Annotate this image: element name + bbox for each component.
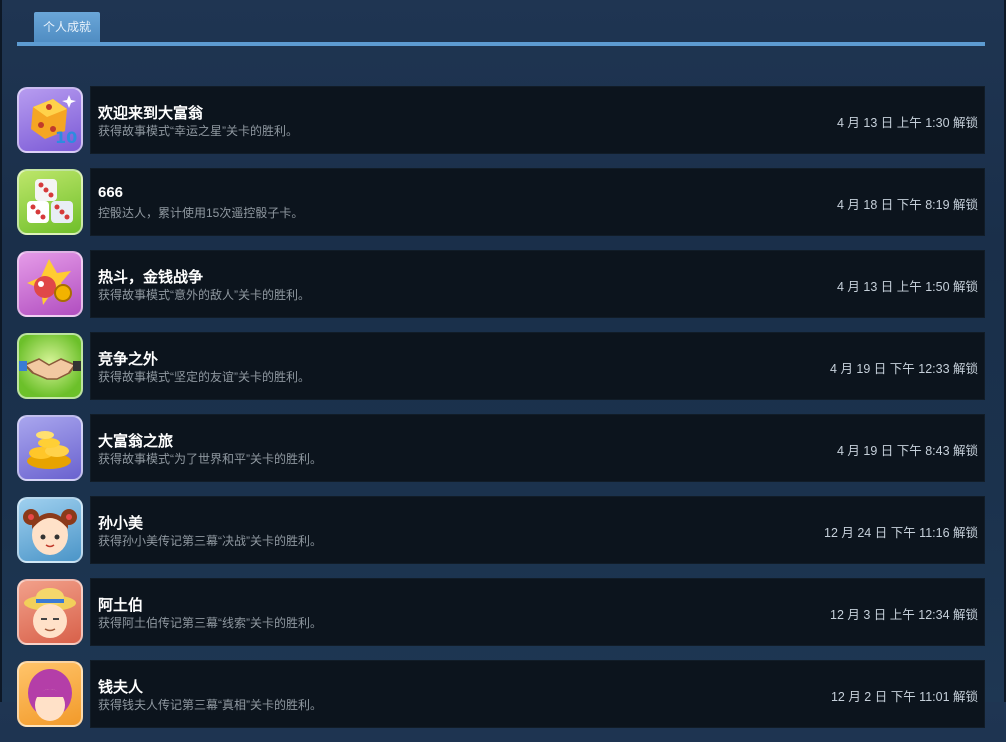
- girl-avatar-icon: [17, 497, 83, 563]
- tab-underline: [17, 42, 985, 46]
- achievement-list: 10 欢迎来到大富翁 获得故事模式“幸运之星”关卡的胜利。 4 月 13 日 上…: [17, 86, 985, 742]
- achievement-row[interactable]: 666 控骰达人，累计使用15次遥控骰子卡。 4 月 18 日 下午 8:19 …: [17, 168, 985, 236]
- achievement-title: 欢迎来到大富翁: [98, 105, 204, 122]
- achievement-panel: 竞争之外 获得故事模式“坚定的友谊”关卡的胜利。 4 月 19 日 下午 12:…: [90, 332, 985, 400]
- achievement-description: 获得故事模式“幸运之星”关卡的胜利。: [98, 124, 298, 138]
- achievement-row[interactable]: 钱夫人 获得钱夫人传记第三幕“真相”关卡的胜利。 12 月 2 日 下午 11:…: [17, 660, 985, 728]
- achievement-description: 获得阿土伯传记第三幕“线索”关卡的胜利。: [98, 616, 322, 630]
- achievement-description: 获得故事模式“为了世界和平”关卡的胜利。: [98, 452, 322, 466]
- dice-10-icon: 10: [17, 87, 83, 153]
- achievement-row[interactable]: 竞争之外 获得故事模式“坚定的友谊”关卡的胜利。 4 月 19 日 下午 12:…: [17, 332, 985, 400]
- achievement-panel: 阿土伯 获得阿土伯传记第三幕“线索”关卡的胜利。 12 月 3 日 上午 12:…: [90, 578, 985, 646]
- unlock-time: 4 月 13 日 上午 1:50 解锁: [836, 280, 978, 294]
- achievement-title: 竞争之外: [98, 351, 159, 368]
- unlock-time: 12 月 3 日 上午 12:34 解锁: [830, 608, 978, 622]
- achievement-title: 孙小美: [98, 515, 144, 532]
- unlock-time: 4 月 18 日 下午 8:19 解锁: [836, 198, 978, 212]
- svg-text:10: 10: [55, 128, 77, 147]
- achievement-panel: 欢迎来到大富翁 获得故事模式“幸运之星”关卡的胜利。 4 月 13 日 上午 1…: [90, 86, 985, 154]
- achievement-description: 获得钱夫人传记第三幕“真相”关卡的胜利。: [98, 698, 322, 712]
- achievement-row[interactable]: 热斗，金钱战争 获得故事模式“意外的敌人”关卡的胜利。 4 月 13 日 上午 …: [17, 250, 985, 318]
- achievement-panel: 孙小美 获得孙小美传记第三幕“决战”关卡的胜利。 12 月 24 日 下午 11…: [90, 496, 985, 564]
- achievement-row[interactable]: 孙小美 获得孙小美传记第三幕“决战”关卡的胜利。 12 月 24 日 下午 11…: [17, 496, 985, 564]
- achievement-title: 大富翁之旅: [98, 433, 174, 450]
- achievement-description: 获得孙小美传记第三幕“决战”关卡的胜利。: [98, 534, 322, 548]
- unlock-time: 12 月 2 日 下午 11:01 解锁: [830, 690, 978, 704]
- fighting-coin-icon: [17, 251, 83, 317]
- achievement-title: 钱夫人: [98, 679, 144, 696]
- unlock-time: 4 月 13 日 上午 1:30 解锁: [836, 116, 978, 130]
- unlock-time: 12 月 24 日 下午 11:16 解锁: [824, 526, 978, 540]
- achievements-page: 个人成就 10 欢迎来到大富翁 获得故事模式“幸运之星”关卡的胜利。 4 月 1…: [0, 0, 1006, 728]
- unlock-time: 4 月 19 日 下午 8:43 解锁: [836, 444, 978, 458]
- achievement-row[interactable]: 阿土伯 获得阿土伯传记第三幕“线索”关卡的胜利。 12 月 3 日 上午 12:…: [17, 578, 985, 646]
- dice-pair-icon: [17, 169, 83, 235]
- achievement-title: 666: [98, 184, 124, 201]
- handshake-icon: [17, 333, 83, 399]
- achievement-description: 控骰达人，累计使用15次遥控骰子卡。: [98, 206, 304, 220]
- achievement-row[interactable]: 大富翁之旅 获得故事模式“为了世界和平”关卡的胜利。 4 月 19 日 下午 8…: [17, 414, 985, 482]
- achievement-panel: 钱夫人 获得钱夫人传记第三幕“真相”关卡的胜利。 12 月 2 日 下午 11:…: [90, 660, 985, 728]
- tab-bar: 个人成就: [17, 10, 985, 48]
- achievement-panel: 热斗，金钱战争 获得故事模式“意外的敌人”关卡的胜利。 4 月 13 日 上午 …: [90, 250, 985, 318]
- achievement-panel: 666 控骰达人，累计使用15次遥控骰子卡。 4 月 18 日 下午 8:19 …: [90, 168, 985, 236]
- old-man-avatar-icon: [17, 579, 83, 645]
- tab-personal-achievements[interactable]: 个人成就: [34, 12, 100, 43]
- unlock-time: 4 月 19 日 下午 12:33 解锁: [830, 362, 978, 376]
- achievement-description: 获得故事模式“坚定的友谊”关卡的胜利。: [98, 370, 310, 384]
- achievement-panel: 大富翁之旅 获得故事模式“为了世界和平”关卡的胜利。 4 月 19 日 下午 8…: [90, 414, 985, 482]
- achievement-row[interactable]: 10 欢迎来到大富翁 获得故事模式“幸运之星”关卡的胜利。 4 月 13 日 上…: [17, 86, 985, 154]
- lady-avatar-icon: [17, 661, 83, 727]
- gold-coins-icon: [17, 415, 83, 481]
- achievement-description: 获得故事模式“意外的敌人”关卡的胜利。: [98, 288, 310, 302]
- achievement-title: 热斗，金钱战争: [98, 269, 204, 286]
- achievement-title: 阿土伯: [98, 597, 144, 614]
